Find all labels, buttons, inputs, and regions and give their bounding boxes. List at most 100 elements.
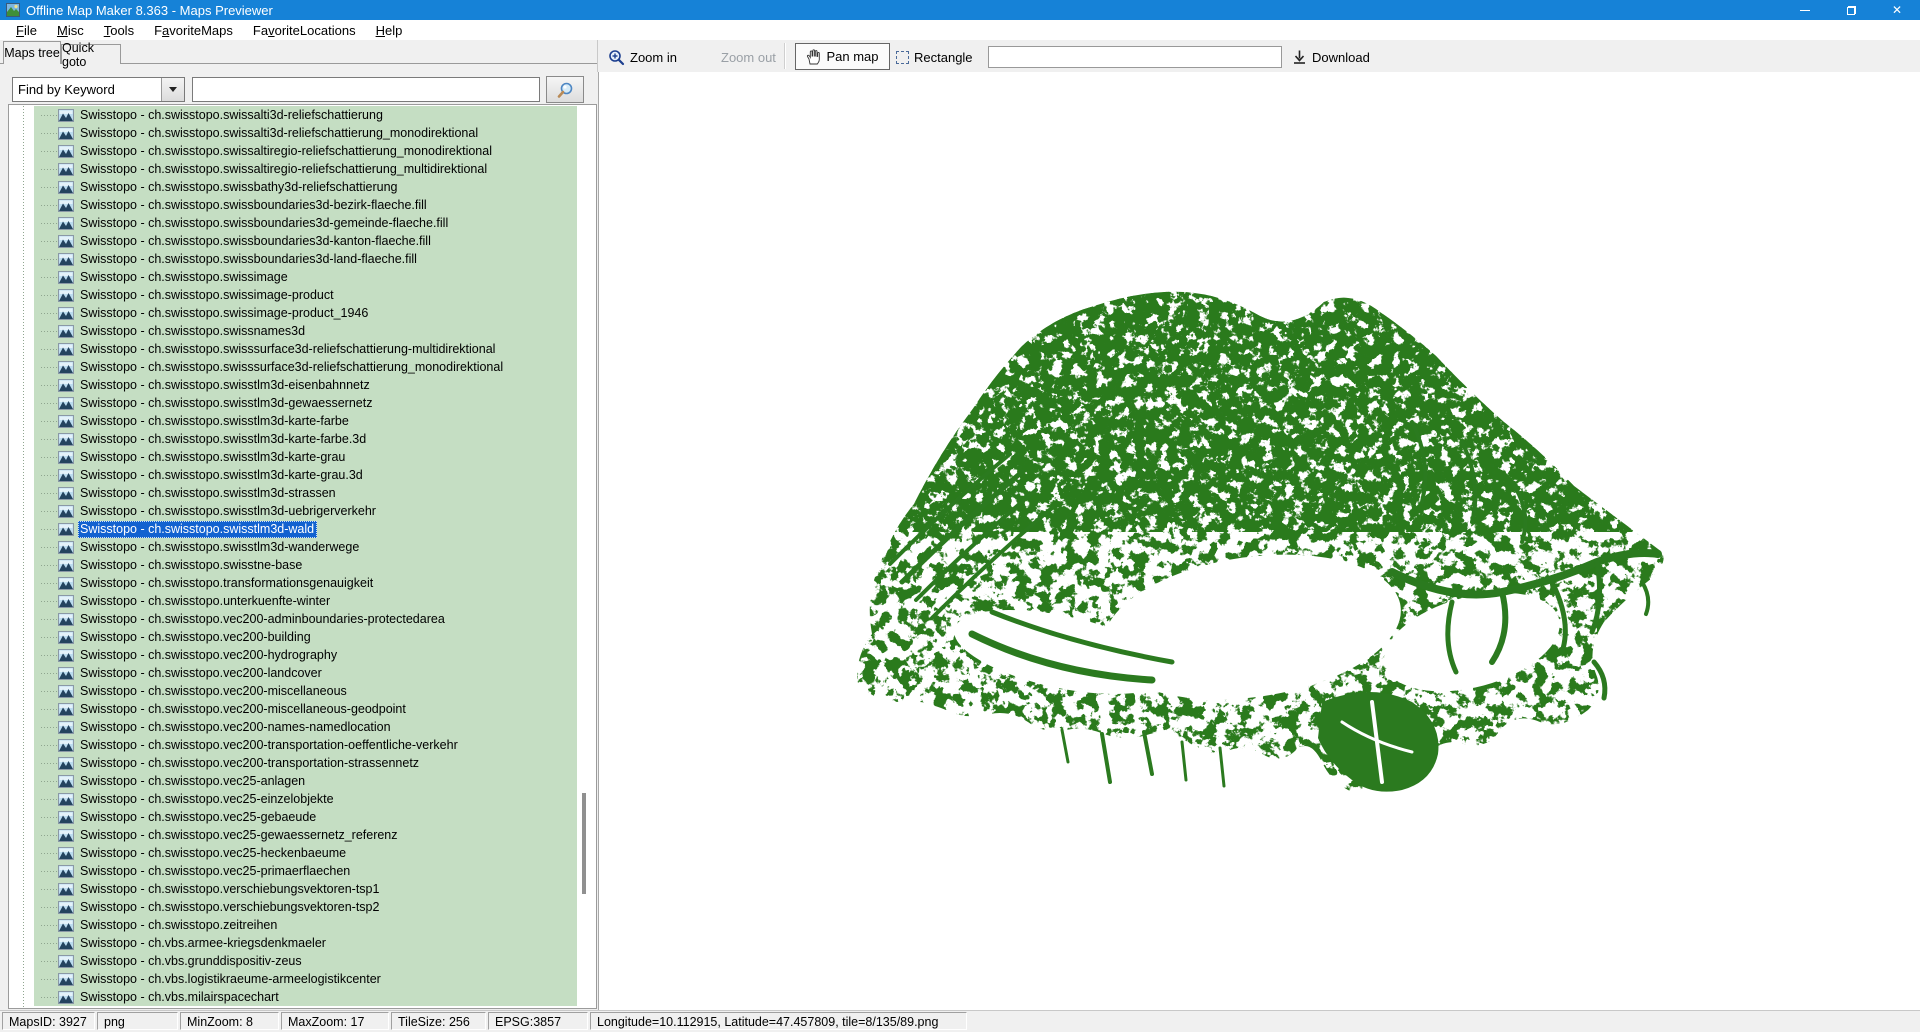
tree-row[interactable]: Swisstopo - ch.swisstopo.vec25-einzelobj… <box>34 790 577 808</box>
tab-maps-tree[interactable]: Maps tree <box>3 41 61 64</box>
tree-row-label: Swisstopo - ch.swisstopo.vec25-gewaesser… <box>78 827 401 844</box>
tree-row[interactable]: Swisstopo - ch.vbs.grunddispositiv-zeus <box>34 952 577 970</box>
search-button[interactable] <box>546 76 584 103</box>
tree-row-label: Swisstopo - ch.swisstopo.swisstlm3d-gewa… <box>78 395 375 412</box>
tree-row-label: Swisstopo - ch.swisstopo.vec25-anlagen <box>78 773 308 790</box>
tree-row-label: Swisstopo - ch.swisstopo.vec200-transpor… <box>78 737 461 754</box>
close-button[interactable]: ✕ <box>1874 0 1920 20</box>
tree-row[interactable]: Swisstopo - ch.vbs.armee-kriegsdenkmaele… <box>34 934 577 952</box>
map-layer-icon <box>58 505 74 518</box>
tree-branch-line <box>41 151 57 152</box>
rectangle-select-icon <box>896 51 909 64</box>
tree-row[interactable]: Swisstopo - ch.swisstopo.swissboundaries… <box>34 250 577 268</box>
pan-map-button[interactable]: Pan map <box>795 43 890 70</box>
tree-branch-line <box>41 331 57 332</box>
tree-row[interactable]: Swisstopo - ch.swisstopo.vec25-gebaeude <box>34 808 577 826</box>
tree-row-label: Swisstopo - ch.swisstopo.swissboundaries… <box>78 197 430 214</box>
tree-branch-line <box>41 421 57 422</box>
menu-item-favoritelocations[interactable]: FavoriteLocations <box>243 23 366 38</box>
menu-item-favoritemaps[interactable]: FavoriteMaps <box>144 23 243 38</box>
tree-row[interactable]: Swisstopo - ch.swisstopo.swisstlm3d-kart… <box>34 430 577 448</box>
tree-row[interactable]: Swisstopo - ch.swisstopo.verschiebungsve… <box>34 880 577 898</box>
rectangle-button[interactable]: Rectangle <box>896 44 973 70</box>
restore-button[interactable] <box>1828 0 1874 20</box>
tree-row[interactable]: Swisstopo - ch.swisstopo.swissboundaries… <box>34 196 577 214</box>
tree-row[interactable]: Swisstopo - ch.swisstopo.swisstlm3d-kart… <box>34 466 577 484</box>
tree-row[interactable]: Swisstopo - ch.swisstopo.swisstne-base <box>34 556 577 574</box>
tree-row[interactable]: Swisstopo - ch.swisstopo.vec200-transpor… <box>34 736 577 754</box>
tree-row[interactable]: Swisstopo - ch.swisstopo.swissimage <box>34 268 577 286</box>
tree-row[interactable]: Swisstopo - ch.swisstopo.swissimage-prod… <box>34 286 577 304</box>
map-toolbar-input[interactable] <box>988 46 1282 68</box>
tree-row[interactable]: Swisstopo - ch.vbs.logistikraeume-armeel… <box>34 970 577 988</box>
tree-row[interactable]: Swisstopo - ch.swisstopo.swisstlm3d-gewa… <box>34 394 577 412</box>
tree-row[interactable]: Swisstopo - ch.swisstopo.unterkuenfte-wi… <box>34 592 577 610</box>
tree-row[interactable]: Swisstopo - ch.swisstopo.verschiebungsve… <box>34 898 577 916</box>
tab-quick-goto[interactable]: Quick goto <box>61 44 121 64</box>
tree-row[interactable]: Swisstopo - ch.swisstopo.swissalti3d-rel… <box>34 106 577 124</box>
tree-row[interactable]: Swisstopo - ch.vbs.milairspacechart <box>34 988 577 1006</box>
tree-row[interactable]: Swisstopo - ch.swisstopo.swissbathy3d-re… <box>34 178 577 196</box>
search-input[interactable] <box>192 77 540 102</box>
tree-row[interactable]: Swisstopo - ch.swisstopo.swisssurface3d-… <box>34 358 577 376</box>
tree-branch-line <box>41 601 57 602</box>
tree-scrollbar-thumb[interactable] <box>582 793 586 894</box>
tree-row[interactable]: Swisstopo - ch.swisstopo.swissnames3d <box>34 322 577 340</box>
menu-item-file[interactable]: File <box>6 23 47 38</box>
maps-tree-panel: Swisstopo - ch.swisstopo.swissalti3d-rel… <box>8 104 597 1009</box>
tree-row[interactable]: Swisstopo - ch.swisstopo.swisstlm3d-uebr… <box>34 502 577 520</box>
tree-row[interactable]: Swisstopo - ch.swisstopo.vec200-adminbou… <box>34 610 577 628</box>
menu-item-tools[interactable]: Tools <box>94 23 144 38</box>
tree-row[interactable]: Swisstopo - ch.swisstopo.swissboundaries… <box>34 232 577 250</box>
menu-item-misc[interactable]: Misc <box>47 23 94 38</box>
tree-row[interactable]: Swisstopo - ch.swisstopo.vec25-heckenbae… <box>34 844 577 862</box>
tree-row[interactable]: Swisstopo - ch.swisstopo.vec200-names-na… <box>34 718 577 736</box>
tree-row[interactable]: Swisstopo - ch.swisstopo.swisstlm3d-kart… <box>34 448 577 466</box>
tree-row[interactable]: Swisstopo - ch.swisstopo.swisstlm3d-wand… <box>34 538 577 556</box>
toolbar-separator <box>784 43 786 69</box>
tree-row[interactable]: Swisstopo - ch.swisstopo.vec200-transpor… <box>34 754 577 772</box>
minimize-button[interactable] <box>1782 0 1828 20</box>
tree-row[interactable]: Swisstopo - ch.swisstopo.vec25-gewaesser… <box>34 826 577 844</box>
tree-row[interactable]: Swisstopo - ch.swisstopo.vec200-landcove… <box>34 664 577 682</box>
tree-row[interactable]: Swisstopo - ch.swisstopo.swisstlm3d-wald <box>34 520 577 538</box>
tree-row[interactable]: Swisstopo - ch.swisstopo.swisssurface3d-… <box>34 340 577 358</box>
tree-row[interactable]: Swisstopo - ch.swisstopo.swissaltiregio-… <box>34 142 577 160</box>
combo-dropdown-button[interactable] <box>161 78 184 101</box>
tree-row[interactable]: Swisstopo - ch.swisstopo.swissboundaries… <box>34 214 577 232</box>
zoom-in-button[interactable]: Zoom in <box>608 44 677 70</box>
tree-row[interactable]: Swisstopo - ch.swisstopo.vec200-miscella… <box>34 700 577 718</box>
tree-row[interactable]: Swisstopo - ch.swisstopo.swisstlm3d-stra… <box>34 484 577 502</box>
tree-branch-line <box>41 241 57 242</box>
map-layer-icon <box>58 829 74 842</box>
tree-row-label: Swisstopo - ch.swisstopo.vec25-heckenbae… <box>78 845 349 862</box>
tree-row-label: Swisstopo - ch.swisstopo.vec200-miscella… <box>78 701 409 718</box>
tree-branch-line <box>41 583 57 584</box>
tree-row[interactable]: Swisstopo - ch.swisstopo.transformations… <box>34 574 577 592</box>
tree-row-label: Swisstopo - ch.vbs.armee-kriegsdenkmaele… <box>78 935 329 952</box>
minimize-icon <box>1800 10 1810 11</box>
find-mode-select[interactable]: Find by Keyword <box>12 77 185 102</box>
tree-row[interactable]: Swisstopo - ch.swisstopo.swisstlm3d-kart… <box>34 412 577 430</box>
close-icon: ✕ <box>1892 4 1902 16</box>
tree-row[interactable]: Swisstopo - ch.swisstopo.vec25-anlagen <box>34 772 577 790</box>
status-cell: MinZoom: 8 <box>180 1012 279 1030</box>
status-bar: MapsID: 3927pngMinZoom: 8MaxZoom: 17Tile… <box>0 1010 1920 1032</box>
tree-row-label: Swisstopo - ch.swisstopo.vec200-transpor… <box>78 755 422 772</box>
tree-row[interactable]: Swisstopo - ch.swisstopo.vec200-building <box>34 628 577 646</box>
download-button[interactable]: Download <box>1292 44 1370 70</box>
tree-row[interactable]: Swisstopo - ch.swisstopo.swissimage-prod… <box>34 304 577 322</box>
tree-row[interactable]: Swisstopo - ch.swisstopo.zeitreihen <box>34 916 577 934</box>
tree-row-label: Swisstopo - ch.swisstopo.transformations… <box>78 575 376 592</box>
tree-row[interactable]: Swisstopo - ch.swisstopo.vec200-miscella… <box>34 682 577 700</box>
tree-row[interactable]: Swisstopo - ch.swisstopo.vec25-primaerfl… <box>34 862 577 880</box>
tree-row[interactable]: Swisstopo - ch.swisstopo.swissalti3d-rel… <box>34 124 577 142</box>
menu-item-help[interactable]: Help <box>366 23 413 38</box>
tree-row-label: Swisstopo - ch.swisstopo.swissboundaries… <box>78 215 451 232</box>
tree-row[interactable]: Swisstopo - ch.swisstopo.swisstlm3d-eise… <box>34 376 577 394</box>
menu-bar: FileMiscToolsFavoriteMapsFavoriteLocatio… <box>0 20 1920 40</box>
tree-row[interactable]: Swisstopo - ch.swisstopo.swissaltiregio-… <box>34 160 577 178</box>
zoom-out-button[interactable]: Zoom out <box>716 44 776 70</box>
forest-map-image <box>852 282 1668 798</box>
tree-row[interactable]: Swisstopo - ch.swisstopo.vec200-hydrogra… <box>34 646 577 664</box>
